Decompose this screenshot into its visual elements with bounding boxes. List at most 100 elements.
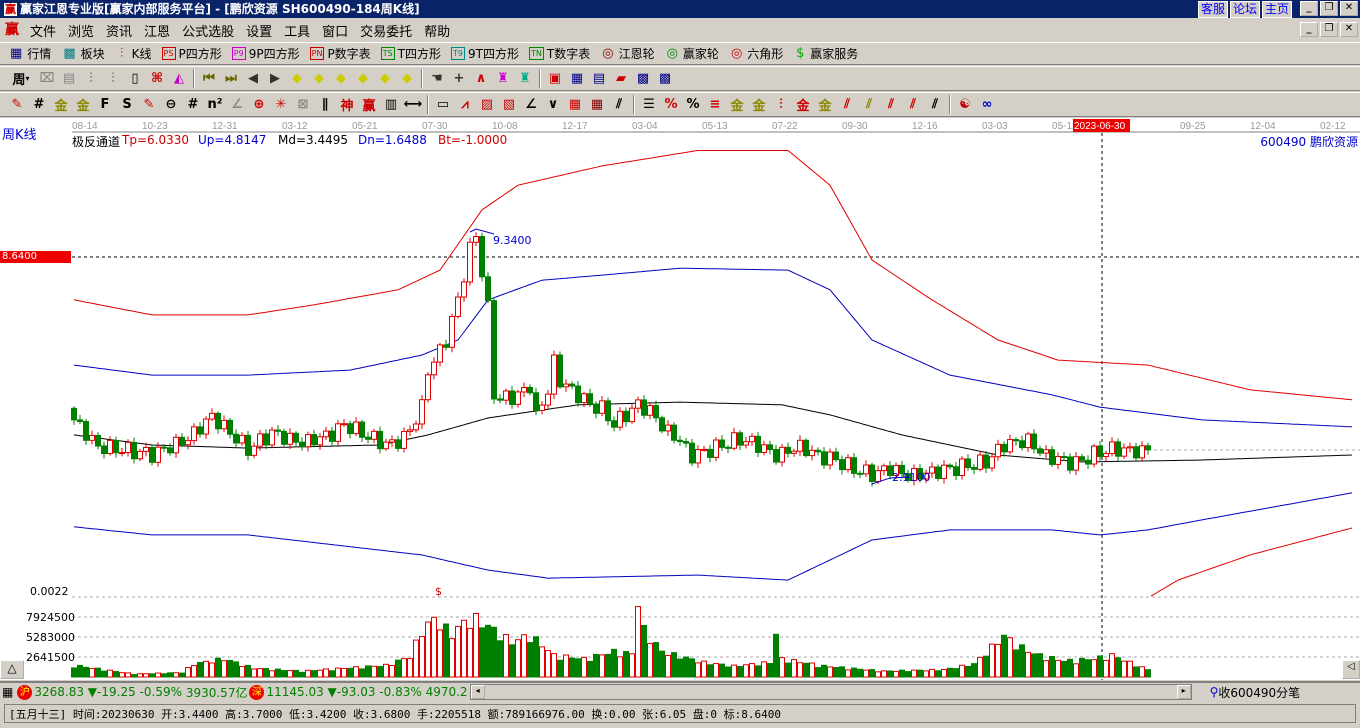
- vol-axis-label: 7924500: [26, 611, 75, 624]
- volume-bar: [737, 666, 743, 678]
- volume-bar: [641, 624, 647, 678]
- candle-body: [353, 421, 359, 435]
- candle-body: [1121, 447, 1127, 457]
- candle-body: [191, 426, 197, 442]
- candle-body: [251, 445, 257, 456]
- candle-body: [317, 436, 323, 446]
- volume-bar: [905, 671, 911, 678]
- volume-bar: [941, 668, 947, 678]
- volume-bar: [467, 627, 473, 678]
- candle-body: [521, 386, 527, 393]
- volume-bar: [1013, 649, 1019, 678]
- volume-bar: [719, 663, 725, 678]
- candle-body: [377, 430, 383, 450]
- high-price-label: 9.3400: [493, 234, 532, 247]
- volume-bar: [329, 670, 335, 678]
- candle-body: [1025, 433, 1031, 449]
- candle-body: [587, 393, 593, 405]
- candle-body: [1079, 456, 1085, 461]
- volume-bar: [113, 671, 119, 678]
- candle-body: [773, 449, 779, 463]
- volume-bar: [599, 654, 605, 678]
- scroll-left-button[interactable]: ◂: [470, 685, 485, 699]
- date-tick-label: 12-31: [212, 121, 238, 132]
- sz-index: 11145.03: [266, 685, 324, 699]
- candle-body: [1097, 445, 1103, 458]
- sh-change: ▼-19.25: [87, 685, 136, 699]
- volume-bar: [983, 655, 989, 678]
- candle-body: [1145, 445, 1151, 451]
- volume-bar: [251, 668, 257, 678]
- candle-body: [1127, 446, 1133, 449]
- candle-body: [449, 315, 455, 348]
- volume-bar: [1007, 637, 1013, 678]
- low-price-label: 2.9100: [892, 471, 931, 484]
- candle-body: [167, 447, 173, 454]
- volume-bar: [317, 669, 323, 678]
- volume-bar: [305, 669, 311, 678]
- candle-body: [1115, 441, 1121, 457]
- candle-body: [473, 236, 479, 243]
- volume-bar: [209, 662, 215, 678]
- candle-body: [119, 452, 125, 455]
- candle-body: [629, 407, 635, 423]
- volume-bar: [749, 663, 755, 678]
- candle-body: [1103, 453, 1109, 458]
- candle-body: [335, 423, 341, 442]
- volume-bar: [407, 658, 413, 678]
- volume-bar: [299, 671, 305, 678]
- ticker-scrollbar[interactable]: ◂ ▸: [469, 684, 1192, 700]
- candle-body: [749, 435, 755, 443]
- band-line-bottom: [1150, 527, 1353, 597]
- volume-bar: [677, 658, 683, 678]
- sz-amount: 4970.2: [425, 685, 468, 699]
- volume-bar: [203, 660, 209, 678]
- candle-body: [383, 441, 389, 450]
- volume-bar: [1127, 660, 1133, 678]
- volume-bar: [563, 654, 569, 678]
- candle-body: [89, 434, 95, 441]
- volume-bar: [971, 663, 977, 678]
- date-tick-label: 03-04: [632, 121, 658, 132]
- candle-body: [305, 434, 311, 448]
- sh-pct: -0.59%: [139, 685, 182, 699]
- candle-body: [1019, 440, 1025, 449]
- volume-bar: [773, 633, 779, 678]
- volume-bar: [359, 668, 365, 678]
- candle-body: [683, 441, 689, 444]
- volume-bar: [947, 667, 953, 678]
- candle-body: [707, 448, 713, 458]
- volume-bar: [143, 673, 149, 678]
- date-tick-label: 10-23: [142, 121, 168, 132]
- candle-body: [359, 421, 365, 438]
- candle-body: [563, 383, 569, 388]
- candle-body: [431, 361, 437, 376]
- volume-bar: [425, 621, 431, 678]
- volume-bar: [995, 643, 1001, 678]
- volume-bar: [665, 654, 671, 678]
- volume-bar: [935, 670, 941, 678]
- candle-body: [275, 429, 281, 432]
- expand-right-button[interactable]: ◁: [1342, 660, 1360, 679]
- volume-bar: [503, 633, 509, 678]
- volume-bar: [197, 661, 203, 678]
- volume-bar: [581, 656, 587, 678]
- volume-bar: [107, 669, 113, 678]
- candle-body: [1085, 459, 1091, 465]
- candle-body: [137, 450, 143, 460]
- volume-bar: [731, 664, 737, 678]
- expand-panel-button[interactable]: △: [0, 660, 24, 679]
- candle-body: [485, 276, 491, 302]
- volume-bar: [131, 674, 137, 678]
- candle-body: [761, 444, 767, 453]
- volume-bar: [1061, 660, 1067, 678]
- candle-body: [185, 440, 191, 446]
- candle-body: [701, 448, 707, 451]
- candle-body: [1091, 445, 1097, 465]
- candle-body: [149, 446, 155, 463]
- scroll-right-button[interactable]: ▸: [1176, 685, 1191, 699]
- quote-table-icon[interactable]: ▦: [2, 685, 13, 699]
- volume-bar: [443, 623, 449, 678]
- date-tick-label: 03-12: [282, 121, 308, 132]
- volume-bar: [551, 653, 557, 678]
